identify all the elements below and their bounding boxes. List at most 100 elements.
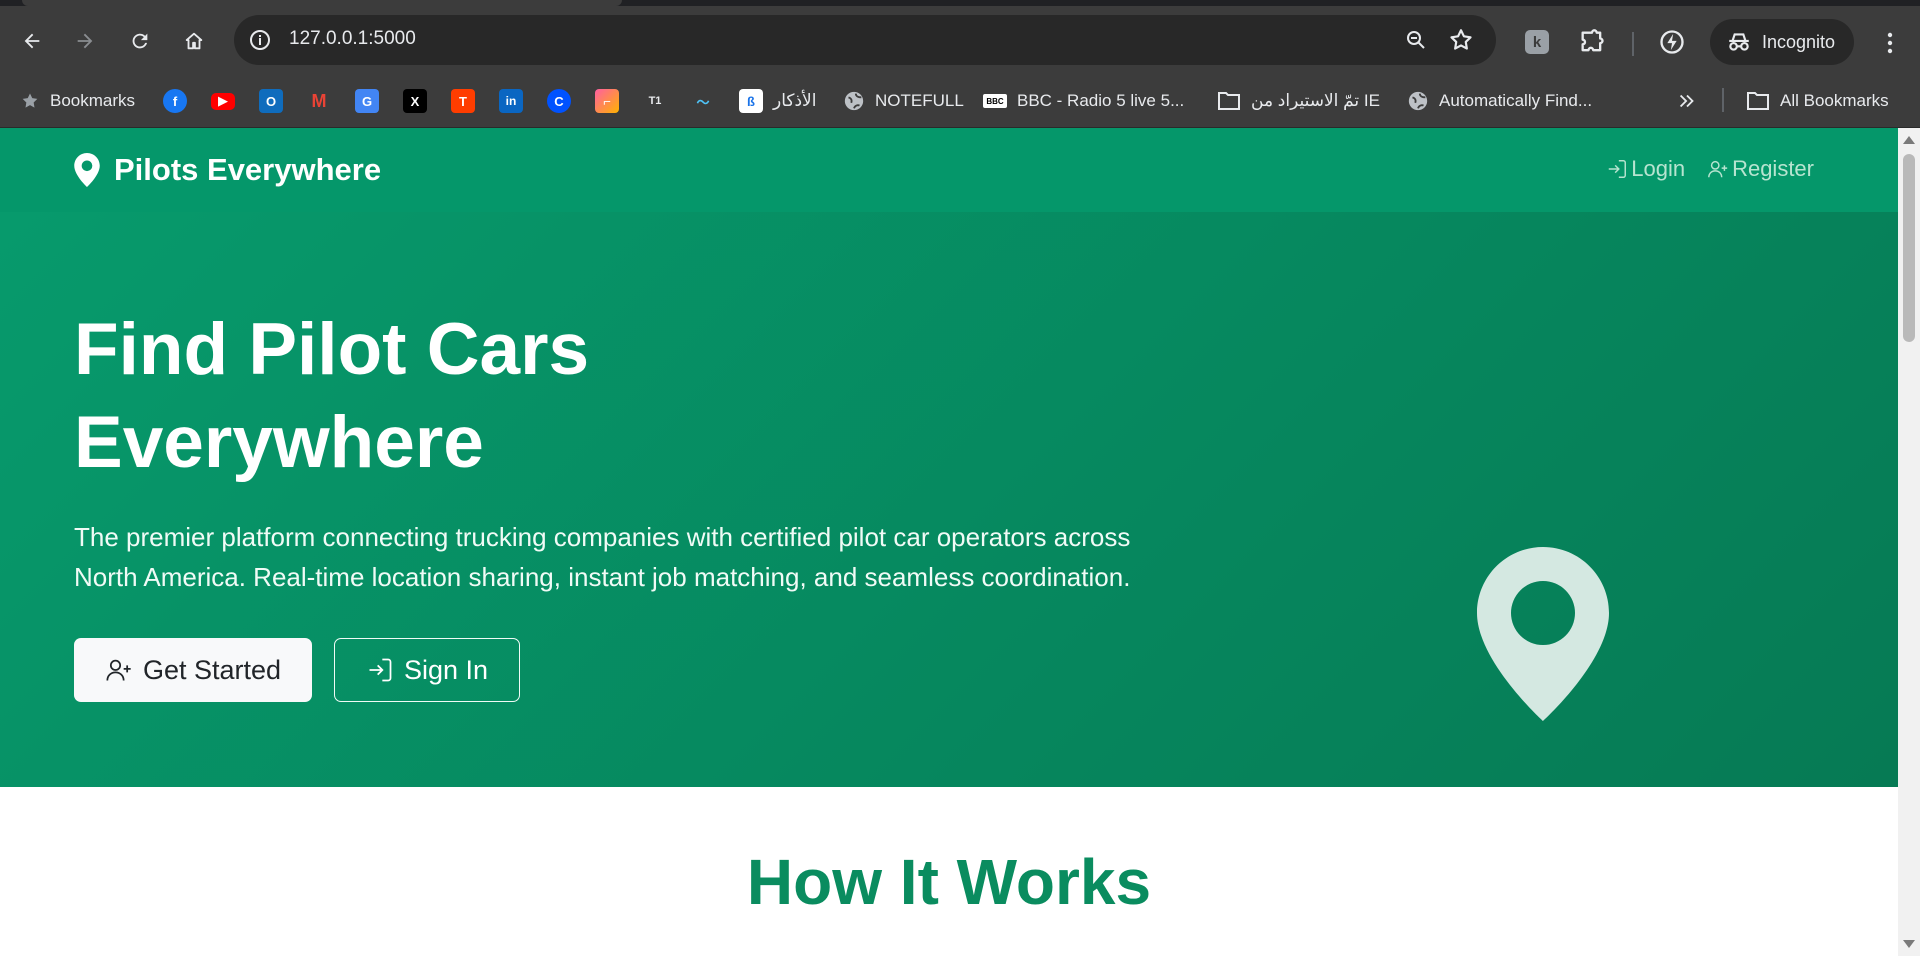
hero-subtitle-line1: The premier platform connecting trucking… [74,522,1131,552]
c-app-icon: C [547,89,571,113]
map-pin-icon [1477,547,1609,721]
nav-links: Login Register [1606,156,1814,182]
adhkar-label: الأذكار [773,91,817,110]
chevron-double-right-icon [1679,94,1694,108]
bookmark-folder-ie[interactable]: تمّ الاستيراد من IE [1217,87,1380,115]
all-bookmarks-button[interactable]: All Bookmarks [1746,87,1889,115]
bookmark-google-translate[interactable]: G [355,87,379,115]
adhkar-icon: ß [739,89,763,113]
globe-icon [844,91,864,111]
scroll-up-arrow[interactable] [1903,136,1915,144]
bookmarks-label: Bookmarks [50,91,136,110]
bookmark-notefull[interactable]: NOTEFULL [843,87,964,115]
bookmarks-button[interactable]: Bookmarks [20,87,135,115]
bookmark-linkedin[interactable]: in [499,87,523,115]
how-it-works-title: How It Works [746,846,1152,918]
back-button[interactable] [14,23,50,59]
bookmark-x[interactable]: X [403,87,427,115]
waves-icon: 〜 [696,94,710,110]
globe-icon [1408,91,1428,111]
gmail-icon: M [311,90,327,111]
folder-icon [1218,92,1240,110]
how-it-works-section: How It Works [0,787,1898,956]
bookmarks-overflow-button[interactable] [1676,87,1698,115]
bookmark-t-app[interactable]: T [451,87,475,115]
sign-in-icon [369,658,392,682]
register-label: Register [1732,156,1814,181]
bookmark-facebook[interactable]: f [163,87,187,115]
bookmark-auto-find[interactable]: Automatically Find... [1407,87,1592,115]
forward-button[interactable] [67,23,103,59]
bookmarks-separator [1722,88,1724,112]
register-link[interactable]: Register [1707,156,1814,182]
map-pin-icon [74,153,100,187]
bookmark-c-app[interactable]: C [547,87,571,115]
get-started-button[interactable]: Get Started [74,638,312,702]
hero-subtitle-line2: North America. Real-time location sharin… [74,562,1131,592]
performance-icon[interactable] [1658,28,1686,56]
extension-k-letter: k [1532,33,1542,51]
hero-subtitle: The premier platform connecting trucking… [74,517,1204,597]
home-icon [185,32,203,50]
extension-k-icon[interactable]: k [1525,30,1549,54]
folder-icon [1747,92,1769,110]
hero-section: Find Pilot Cars Everywhere The premier p… [0,212,1898,787]
home-button[interactable] [176,23,212,59]
sign-in-button[interactable]: Sign In [334,638,520,702]
bookmark-outlook[interactable]: O [259,87,283,115]
scroll-down-arrow[interactable] [1903,940,1915,948]
get-started-label: Get Started [142,654,282,685]
zoom-icon[interactable] [1404,28,1428,52]
bookmark-stairs-app[interactable]: ⌐ [595,87,619,115]
brand-name: Pilots Everywhere [114,152,382,187]
arrow-left-icon [24,33,40,49]
brand-link[interactable]: Pilots Everywhere [74,152,381,188]
bbc-label: BBC - Radio 5 live 5... [1017,91,1185,110]
bookmark-bbc[interactable]: BBC BBC - Radio 5 live 5... [983,87,1184,115]
t1-app-icon: T1 [648,95,662,107]
folder-ie-label: تمّ الاستيراد من IE [1251,91,1380,110]
toolbar-separator [1632,32,1634,56]
hero-title-line2: Everywhere [74,402,484,483]
scroll-thumb[interactable] [1903,154,1915,342]
linkedin-icon: in [499,89,523,113]
page-scrollbar[interactable] [1898,128,1920,956]
url-text[interactable]: 127.0.0.1:5000 [289,28,416,50]
login-label: Login [1631,156,1686,181]
notefull-label: NOTEFULL [875,91,964,110]
user-plus-icon [106,659,131,681]
bookmark-youtube[interactable]: ▶ [211,87,235,115]
user-plus-icon [1708,160,1728,178]
incognito-icon [1729,33,1749,51]
reload-button[interactable] [122,23,158,59]
outlook-icon: O [259,89,283,113]
browser-menu-icon[interactable] [1878,30,1902,56]
address-bar[interactable]: 127.0.0.1:5000 [234,15,1496,65]
bookmark-waves[interactable]: 〜 [691,87,715,115]
browser-toolbar: 127.0.0.1:5000 k Incognito [0,6,1920,75]
t-app-icon: T [451,89,475,113]
bookmark-t1-app[interactable]: T1 [643,87,667,115]
hero-title-line1: Find Pilot Cars [74,309,590,390]
login-link[interactable]: Login [1606,156,1685,182]
stairs-app-icon: ⌐ [595,89,619,113]
bbc-icon: BBC [983,94,1007,108]
youtube-icon: ▶ [211,92,235,110]
all-bookmarks-label: All Bookmarks [1780,91,1889,110]
bookmark-star-icon[interactable] [1448,27,1474,53]
sign-in-icon [1608,160,1627,178]
incognito-chip[interactable]: Incognito [1710,19,1854,65]
hero-title: Find Pilot Cars Everywhere [74,303,774,489]
site-navbar: Pilots Everywhere Login Register [0,128,1898,212]
extensions-puzzle-icon[interactable] [1578,28,1606,56]
site-info-icon[interactable] [248,28,272,52]
x-icon: X [403,89,427,113]
bookmarks-bar: Bookmarks f ▶ O M G X T in C ⌐ T1 〜 ß ال… [0,75,1920,128]
google-translate-icon: G [355,89,379,113]
arrow-right-icon [77,33,93,49]
facebook-icon: f [163,89,187,113]
bookmark-gmail[interactable]: M [307,87,331,115]
star-icon [22,93,38,108]
incognito-label: Incognito [1762,31,1836,52]
bookmark-adhkar[interactable]: ß الأذكار [739,87,816,115]
